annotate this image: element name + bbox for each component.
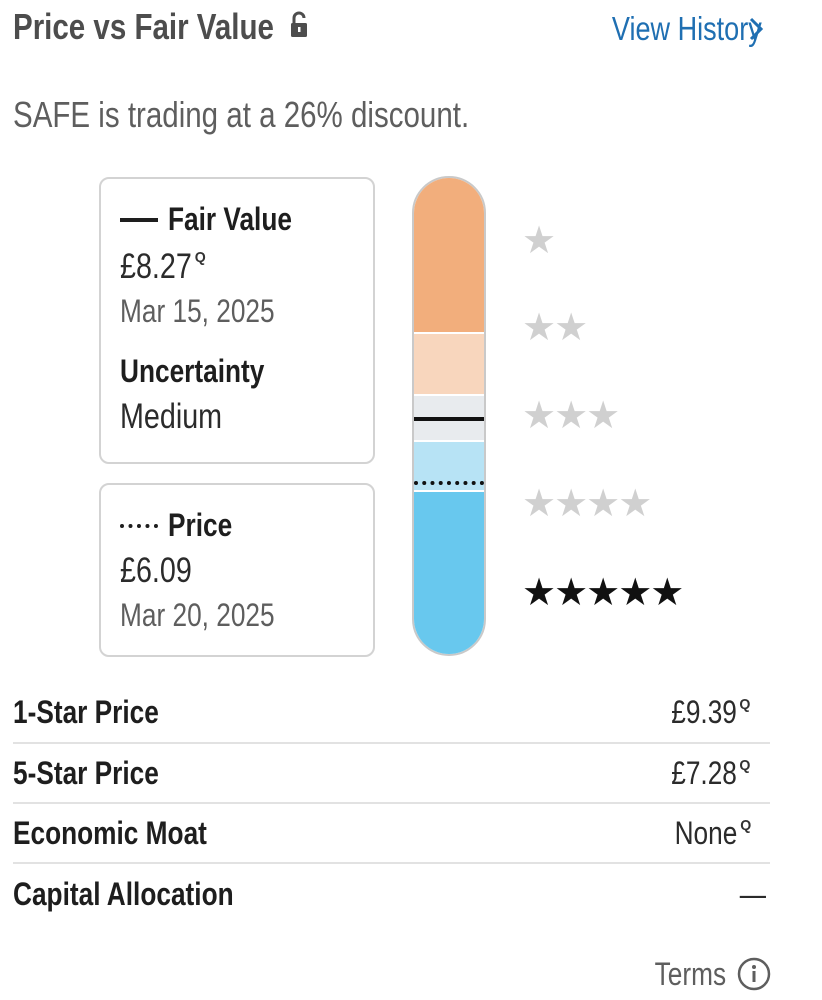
price-marker: [414, 481, 484, 485]
info-circle-icon[interactable]: [737, 957, 771, 991]
uncertainty-value-text: Medium: [120, 397, 223, 436]
section-title-text: Price vs Fair Value: [13, 6, 274, 47]
unlock-icon: [291, 11, 308, 37]
metric-label-5-star-price: 5-Star Price: [13, 755, 159, 791]
fair-value-amount-text: £8.27: [120, 247, 192, 286]
metric-value-capital-allocation: —: [739, 876, 766, 912]
gauge-segment-five-star: [414, 492, 484, 654]
row-divider: [13, 742, 770, 744]
fair-value-amount: £8.27 Q: [120, 247, 223, 287]
gauge-segment-one-star: [414, 178, 484, 332]
fair-value-label-text: Fair Value: [168, 201, 292, 237]
terms-link[interactable]: Terms: [639, 956, 726, 993]
quantitative-rating-icon: Q: [739, 696, 751, 713]
uncertainty-label-text: Uncertainty: [120, 353, 265, 389]
quantitative-rating-icon: Q: [739, 817, 751, 834]
view-history-label: View History: [612, 10, 762, 47]
metric-value-economic-moat: None Q: [674, 815, 751, 851]
row-divider: [13, 862, 770, 864]
metric-value-1-star-price: £9.39 Q: [671, 694, 751, 730]
row-divider: [13, 802, 770, 804]
solid-line-legend-icon: [120, 217, 158, 222]
fair-value-date-text: Mar 15, 2025: [120, 293, 275, 329]
price-date-text: Mar 20, 2025: [120, 597, 275, 633]
gauge-segment-two-star: [414, 334, 484, 394]
uncertainty-label: Uncertainty: [120, 353, 296, 390]
price-amount-text: £6.09: [120, 551, 192, 590]
metric-label-economic-moat: Economic Moat: [13, 815, 207, 851]
discount-summary-text: SAFE is trading at a 26% discount.: [13, 94, 470, 135]
section-title: Price vs Fair Value: [13, 6, 309, 48]
quantitative-rating-icon: Q: [739, 757, 751, 774]
star-rating-gauge: [412, 176, 486, 656]
star-level-5-active: ★★★★★: [522, 572, 684, 614]
price-amount: £6.09: [120, 551, 208, 591]
star-level-1: ★: [522, 220, 556, 262]
fair-value-marker: [414, 417, 484, 421]
fair-value-label: Fair Value: [120, 201, 319, 238]
dotted-line-legend-icon: [120, 523, 158, 528]
metric-label-1-star-price: 1-Star Price: [13, 694, 159, 730]
price-card: Price £6.09 Mar 20, 2025: [99, 483, 375, 657]
price-label: Price: [120, 507, 246, 544]
view-history-link[interactable]: View History: [579, 10, 762, 48]
discount-summary: SAFE is trading at a 26% discount.: [13, 94, 569, 136]
star-level-4: ★★★★: [522, 483, 652, 525]
metric-value-5-star-price: £7.28 Q: [671, 755, 751, 791]
fair-value-card: Fair Value £8.27 Q Mar 15, 2025 Uncertain…: [99, 177, 375, 464]
star-level-3: ★★★: [522, 395, 620, 437]
star-level-2: ★★: [522, 307, 588, 349]
price-label-text: Price: [168, 507, 233, 543]
price-date: Mar 20, 2025: [120, 597, 309, 634]
fair-value-date: Mar 15, 2025: [120, 293, 309, 330]
quantitative-rating-icon: Q: [194, 249, 206, 266]
chevron-right-icon[interactable]: [748, 16, 764, 42]
terms-link-text: Terms: [654, 956, 726, 992]
uncertainty-value: Medium: [120, 397, 244, 437]
metric-label-capital-allocation: Capital Allocation: [13, 876, 234, 912]
